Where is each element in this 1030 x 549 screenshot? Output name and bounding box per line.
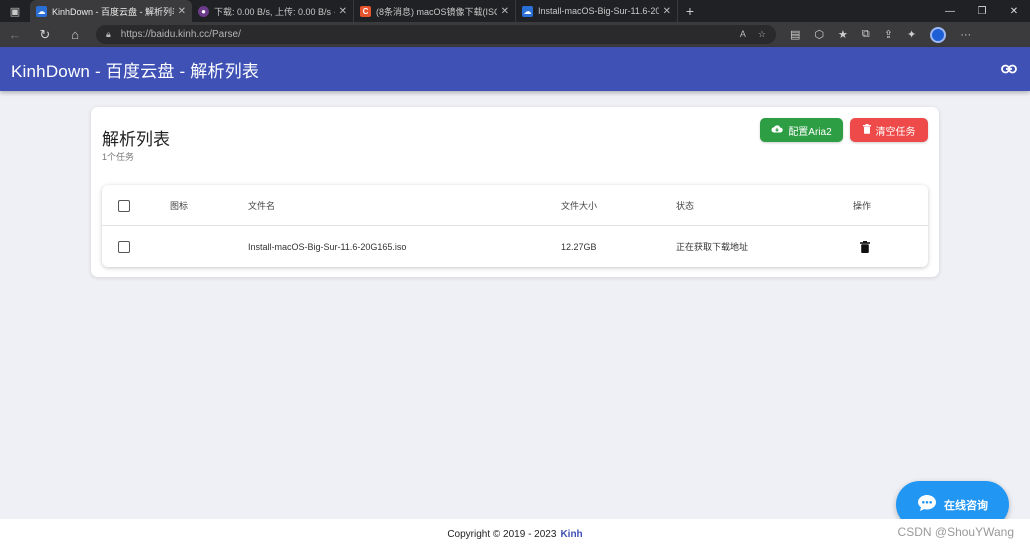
csdn-watermark: CSDN @ShouYWang (897, 525, 1014, 539)
configure-aria2-button[interactable]: 配置Aria2 (760, 118, 843, 142)
row-checkbox[interactable] (118, 240, 130, 253)
app-header: KinhDown - 百度云盘 - 解析列表 (0, 47, 1030, 91)
clear-tasks-label: 清空任务 (875, 126, 916, 138)
favorite-add-icon[interactable]: ☆ (758, 29, 766, 40)
baidu-cloud-icon: ☁ (36, 5, 47, 17)
clear-tasks-button[interactable]: 清空任务 (850, 118, 928, 142)
tab-actions-icon[interactable]: ▣ (0, 0, 30, 22)
row-status: 正在获取下载地址 (676, 242, 749, 252)
address-bar-row: ← ↻ ⌂ 🔒︎ https://baidu.kinh.cc/Parse/ A … (0, 22, 1030, 47)
column-header-icon: 图标 (170, 201, 189, 211)
reading-view-icon[interactable]: ▤ (790, 28, 800, 41)
read-aloud-icon[interactable]: A (740, 29, 746, 40)
close-icon[interactable]: ✕ (501, 6, 509, 17)
url-input[interactable]: 🔒︎ https://baidu.kinh.cc/Parse/ A ☆ (96, 25, 776, 44)
link-icon[interactable] (999, 59, 1019, 79)
row-select-cell (118, 226, 130, 267)
page-footer: Copyright © 2019 - 2023 Kinh (0, 519, 1030, 549)
browser-tab-csdn[interactable]: C (8条消息) macOS镜像下载(ISO、 ✕ (354, 0, 516, 22)
table-row: Install-macOS-Big-Sur-11.6-20G165.iso 12… (102, 226, 928, 267)
copyright-text: Copyright © 2019 - 2023 (447, 528, 557, 540)
browser-tab-aria[interactable]: ● 下载: 0.00 B/s, 上传: 0.00 B/s · Ar ✕ (192, 0, 354, 22)
tab-title: Install-macOS-Big-Sur-11.6-20G (538, 6, 659, 16)
profile-avatar[interactable] (930, 26, 947, 43)
close-icon[interactable]: ✕ (663, 6, 671, 17)
baidu-cloud-icon: ☁ (522, 5, 533, 17)
chat-bubble-icon (917, 494, 937, 515)
browser-tab-install[interactable]: ☁ Install-macOS-Big-Sur-11.6-20G ✕ (516, 0, 678, 22)
select-all-checkbox[interactable] (118, 199, 130, 212)
close-icon[interactable]: ✕ (339, 6, 347, 17)
delete-task-icon[interactable] (858, 240, 872, 254)
restore-icon[interactable]: ❐ (966, 0, 998, 22)
row-filename: Install-macOS-Big-Sur-11.6-20G165.iso (248, 241, 407, 252)
column-header-status: 状态 (676, 201, 695, 211)
online-consult-label: 在线咨询 (944, 499, 988, 512)
task-count: 1个任务 (102, 152, 135, 162)
trash-icon (862, 123, 871, 137)
row-size: 12.27GB (561, 241, 597, 252)
page-title: 解析列表 (102, 130, 170, 149)
refresh-icon[interactable]: ↻ (30, 27, 60, 43)
close-icon[interactable]: ✕ (178, 6, 186, 17)
favorites-icon[interactable]: ★ (838, 28, 848, 41)
lock-icon[interactable]: 🔒︎ (106, 29, 111, 40)
browser-tab-kinhdown[interactable]: ☁ KinhDown - 百度云盘 - 解析列表 ✕ (30, 0, 192, 22)
url-text: https://baidu.kinh.cc/Parse/ (120, 29, 241, 40)
extensions-icon[interactable]: ⬡ (814, 28, 824, 41)
app-title: KinhDown - 百度云盘 - 解析列表 (11, 61, 260, 81)
parse-list-card: 解析列表 1个任务 配置Aria2 清空任务 图标 文件名 文件大小 状态 操作 (91, 107, 939, 277)
new-tab-button[interactable]: + (678, 0, 702, 22)
copilot-icon[interactable]: ✦ (907, 28, 916, 41)
column-header-actions: 操作 (853, 201, 872, 211)
footer-brand-link[interactable]: Kinh (560, 529, 582, 540)
tab-title: (8条消息) macOS镜像下载(ISO、 (376, 6, 497, 17)
aria-icon: ● (198, 5, 209, 17)
window-controls: — ❐ ✕ (934, 0, 1030, 22)
tab-title: KinhDown - 百度云盘 - 解析列表 (52, 6, 174, 17)
select-all-cell (118, 185, 130, 226)
more-menu-icon[interactable]: ··· (960, 29, 971, 41)
tab-title: 下载: 0.00 B/s, 上传: 0.00 B/s · Ar (214, 6, 335, 17)
column-header-size: 文件大小 (561, 201, 598, 211)
cloud-icon (771, 124, 784, 136)
minimize-icon[interactable]: — (934, 0, 966, 22)
csdn-icon: C (360, 5, 371, 17)
share-icon[interactable]: ⇪ (884, 28, 893, 41)
task-table: 图标 文件名 文件大小 状态 操作 Install-macOS-Big-Sur-… (102, 185, 928, 267)
row-action-cell (858, 226, 872, 267)
close-window-icon[interactable]: ✕ (998, 0, 1030, 22)
column-header-filename: 文件名 (248, 201, 276, 211)
back-icon[interactable]: ← (0, 27, 30, 42)
configure-aria2-label: 配置Aria2 (788, 126, 832, 138)
browser-tab-bar: ▣ ☁ KinhDown - 百度云盘 - 解析列表 ✕ ● 下载: 0.00 … (0, 0, 1030, 22)
home-icon[interactable]: ⌂ (60, 27, 90, 42)
collections-icon[interactable]: ⧉ (862, 28, 870, 41)
table-header-row: 图标 文件名 文件大小 状态 操作 (102, 185, 928, 226)
